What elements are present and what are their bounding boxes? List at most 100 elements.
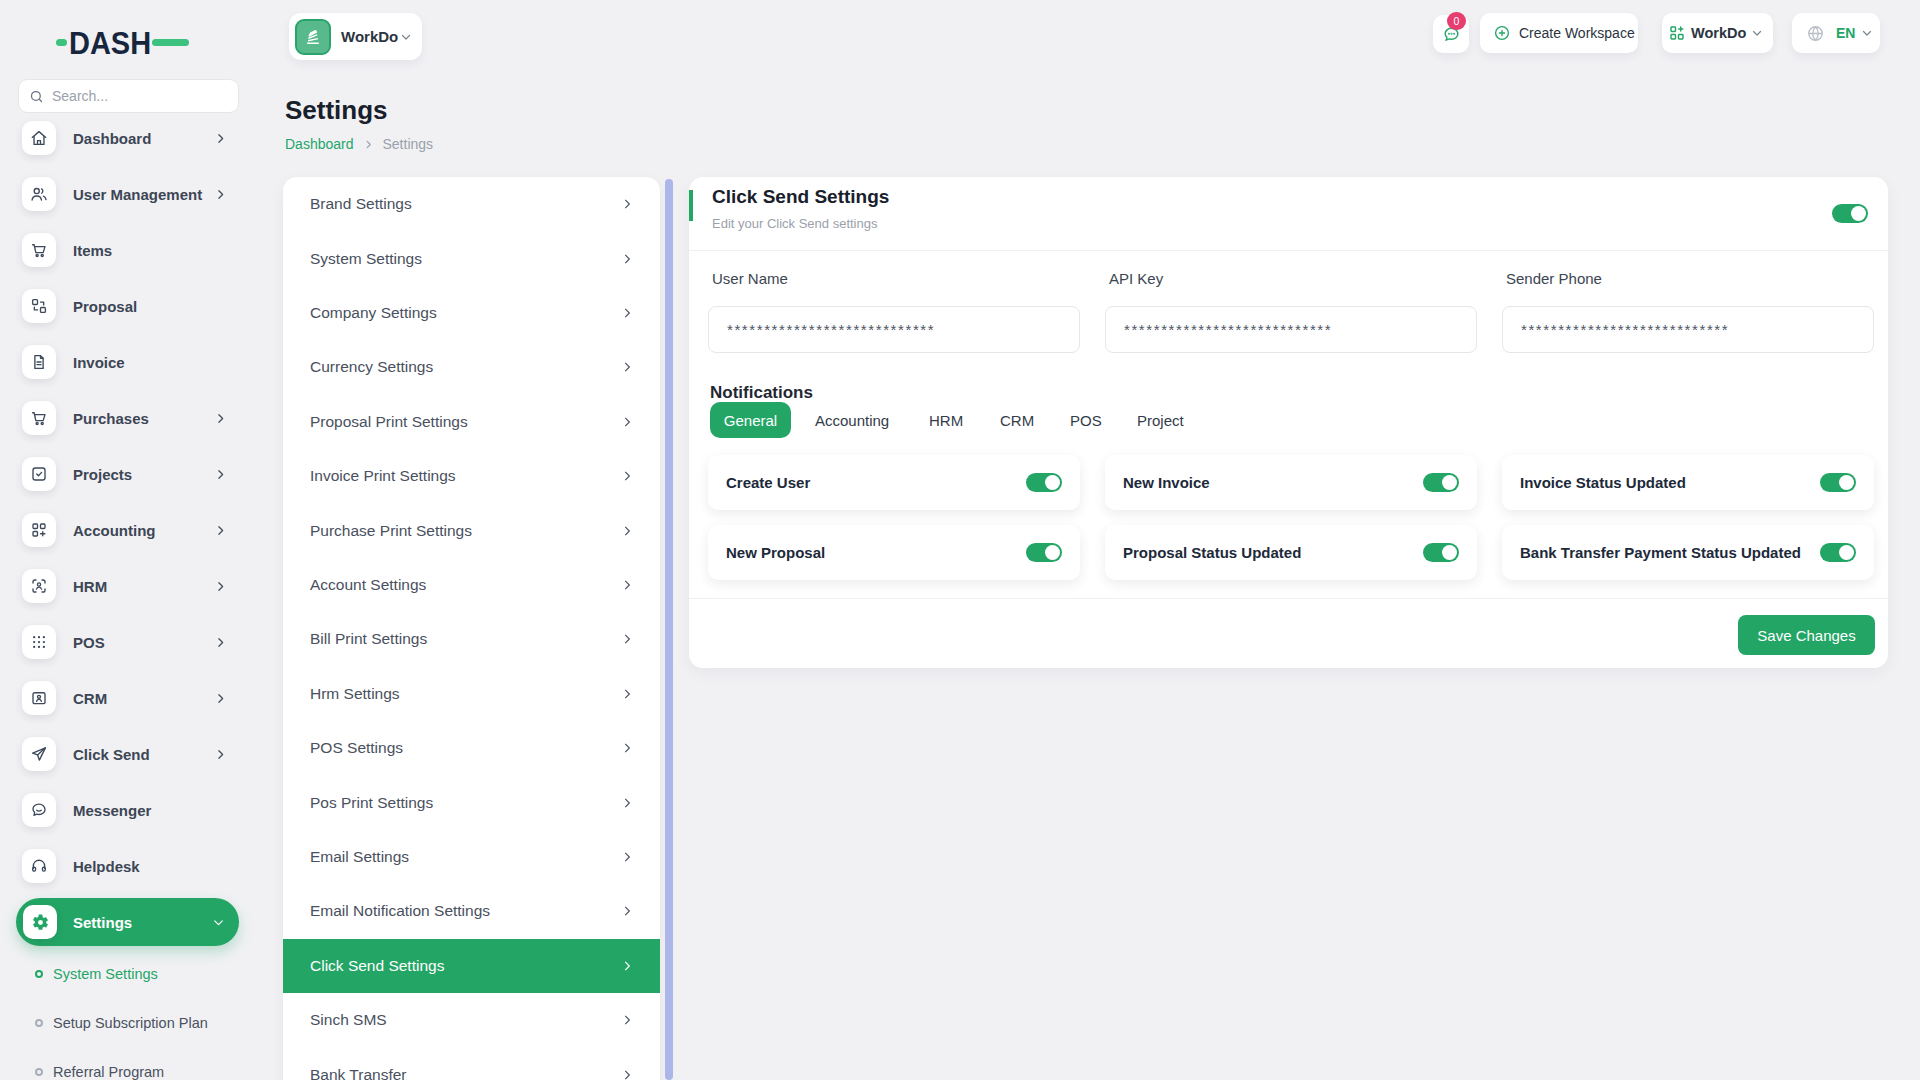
- field-label: API Key: [1109, 270, 1163, 287]
- notifications-heading: Notifications: [710, 383, 813, 403]
- bullet-icon: [35, 970, 43, 978]
- chevron-right-icon: [214, 468, 227, 481]
- toggle-card-new-invoice: New Invoice: [1105, 455, 1477, 510]
- sidebar-item-proposal[interactable]: Proposal: [16, 278, 239, 334]
- tab-general[interactable]: General: [710, 402, 791, 438]
- sidebar-subitem-setup-subscription-plan[interactable]: Setup Subscription Plan: [16, 1000, 239, 1046]
- chevron-right-icon: [620, 1013, 634, 1027]
- language-selector[interactable]: EN: [1792, 13, 1880, 53]
- tab-pos[interactable]: POS: [1070, 402, 1102, 438]
- sidebar-search[interactable]: [18, 79, 239, 113]
- settings-nav-item[interactable]: Bill Print Settings: [283, 612, 660, 666]
- workspace-selector[interactable]: WorkDo: [289, 13, 422, 60]
- sidebar-item-dashboard[interactable]: Dashboard: [16, 110, 239, 166]
- chevron-right-icon: [620, 578, 634, 592]
- chevron-right-icon: [620, 524, 634, 538]
- settings-nav-item[interactable]: Account Settings: [283, 558, 660, 612]
- settings-nav-item[interactable]: Invoice Print Settings: [283, 449, 660, 503]
- page-title: Settings: [285, 95, 388, 126]
- sidebar-item-purchases[interactable]: Purchases: [16, 390, 239, 446]
- dash-logo[interactable]: DASH: [55, 24, 190, 60]
- create-workspace-button[interactable]: Create Workspace: [1480, 13, 1638, 53]
- click-send-settings-panel: Click Send Settings Edit your Click Send…: [689, 177, 1888, 668]
- settings-nav-item[interactable]: System Settings: [283, 231, 660, 285]
- home-icon: [22, 121, 56, 155]
- chevron-right-icon: [620, 197, 634, 211]
- settings-nav-item[interactable]: Bank Transfer: [283, 1048, 660, 1080]
- chevron-right-icon: [214, 132, 227, 145]
- search-input[interactable]: [52, 88, 212, 104]
- tab-accounting[interactable]: Accounting: [815, 402, 889, 438]
- invoice-status-updated-toggle[interactable]: [1820, 473, 1856, 492]
- settings-nav-item[interactable]: Sinch SMS: [283, 993, 660, 1047]
- sidebar-item-pos[interactable]: POS: [16, 614, 239, 670]
- proposal-status-updated-toggle[interactable]: [1423, 543, 1459, 562]
- save-button[interactable]: Save Changes: [1738, 615, 1875, 655]
- breadcrumb-dashboard-link[interactable]: Dashboard: [285, 136, 354, 152]
- settings-nav-card: Brand Settings System Settings Company S…: [283, 177, 660, 1080]
- clicksend-enable-toggle[interactable]: [1832, 204, 1868, 223]
- sidebar-item-crm[interactable]: CRM: [16, 670, 239, 726]
- settings-nav-item[interactable]: Brand Settings: [283, 177, 660, 231]
- bank-transfer-status-toggle[interactable]: [1820, 543, 1856, 562]
- scrollbar[interactable]: [665, 179, 673, 1080]
- toggle-card-invoice-status-updated: Invoice Status Updated: [1502, 455, 1874, 510]
- settings-nav-item[interactable]: Company Settings: [283, 286, 660, 340]
- check-square-icon: [22, 457, 56, 491]
- sidebar-item-messenger[interactable]: Messenger: [16, 782, 239, 838]
- sidebar-item-hrm[interactable]: HRM: [16, 558, 239, 614]
- new-invoice-toggle[interactable]: [1423, 473, 1459, 492]
- chevron-down-icon: [400, 31, 412, 43]
- sidebar-item-accounting[interactable]: Accounting: [16, 502, 239, 558]
- chevron-right-icon: [620, 306, 634, 320]
- sidebar-item-settings[interactable]: Settings: [16, 898, 239, 946]
- search-icon: [29, 89, 44, 104]
- settings-nav-item[interactable]: Proposal Print Settings: [283, 395, 660, 449]
- settings-nav-item[interactable]: Purchase Print Settings: [283, 503, 660, 557]
- chevron-right-icon: [620, 904, 634, 918]
- username-input[interactable]: ****************************: [708, 306, 1080, 353]
- sender-phone-input[interactable]: ****************************: [1502, 306, 1874, 353]
- invoice-file-icon: [22, 345, 56, 379]
- chevron-right-icon: [620, 959, 634, 973]
- sidebar-subitem-referral-program[interactable]: Referral Program: [16, 1049, 239, 1080]
- sidebar-item-items[interactable]: Items: [16, 222, 239, 278]
- transfer-boxes-icon: [22, 289, 56, 323]
- settings-nav-item[interactable]: Hrm Settings: [283, 667, 660, 721]
- field-label: User Name: [712, 270, 788, 287]
- create-user-toggle[interactable]: [1026, 473, 1062, 492]
- field-label: Sender Phone: [1506, 270, 1602, 287]
- chevron-down-icon: [1751, 27, 1763, 39]
- sidebar-item-click-send[interactable]: Click Send: [16, 726, 239, 782]
- grid-plus-icon: [1668, 24, 1686, 42]
- tab-project[interactable]: Project: [1137, 402, 1184, 438]
- chevron-right-icon: [214, 748, 227, 761]
- workspace-dropdown[interactable]: WorkDo: [1662, 13, 1773, 53]
- settings-nav-item[interactable]: Pos Print Settings: [283, 775, 660, 829]
- settings-nav-item[interactable]: POS Settings: [283, 721, 660, 775]
- tab-hrm[interactable]: HRM: [929, 402, 963, 438]
- sidebar-item-user-management[interactable]: User Management: [16, 166, 239, 222]
- settings-nav-item-active[interactable]: Click Send Settings: [283, 939, 660, 993]
- settings-nav-item[interactable]: Currency Settings: [283, 340, 660, 394]
- chevron-right-icon: [620, 252, 634, 266]
- sidebar-item-projects[interactable]: Projects: [16, 446, 239, 502]
- sidebar-subitem-system-settings[interactable]: System Settings: [16, 951, 239, 997]
- svg-text:DASH: DASH: [69, 26, 151, 60]
- new-proposal-toggle[interactable]: [1026, 543, 1062, 562]
- user-frame-icon: [22, 681, 56, 715]
- grid-plus-icon: [22, 513, 56, 547]
- api-key-input[interactable]: ****************************: [1105, 306, 1477, 353]
- sidebar-item-invoice[interactable]: Invoice: [16, 334, 239, 390]
- toggle-card-proposal-status-updated: Proposal Status Updated: [1105, 525, 1477, 580]
- sidebar-item-helpdesk[interactable]: Helpdesk: [16, 838, 239, 894]
- globe-icon: [1806, 24, 1825, 43]
- settings-nav-item[interactable]: Email Settings: [283, 830, 660, 884]
- settings-nav-item[interactable]: Email Notification Settings: [283, 884, 660, 938]
- tab-crm[interactable]: CRM: [1000, 402, 1034, 438]
- chevron-right-icon: [620, 360, 634, 374]
- chevron-right-icon: [214, 636, 227, 649]
- divider: [689, 250, 1888, 251]
- chevron-right-icon: [620, 469, 634, 483]
- send-icon: [22, 737, 56, 771]
